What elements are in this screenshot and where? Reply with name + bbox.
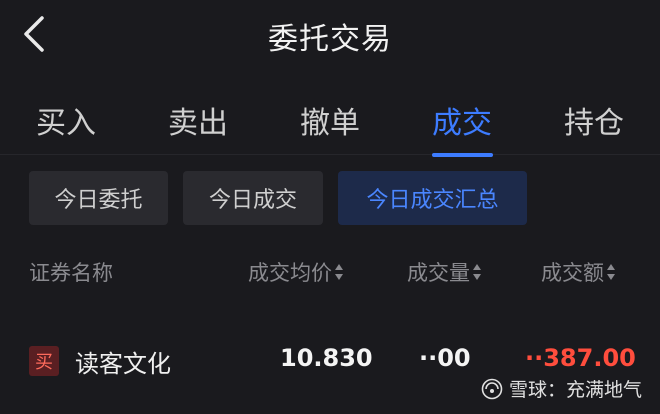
- subtab-today-orders[interactable]: 今日委托: [29, 171, 168, 225]
- col-header-name: 证券名称: [29, 257, 113, 287]
- header: 委托交易: [0, 0, 660, 76]
- avg-price-value: 10.830: [280, 344, 373, 372]
- col-header-avg-price-label: 成交均价: [248, 261, 332, 285]
- quantity-value: ··00: [419, 344, 471, 372]
- tab-buy[interactable]: 买入: [18, 98, 114, 142]
- buy-badge: 买: [29, 346, 59, 376]
- col-header-quantity-label: 成交量: [407, 261, 470, 285]
- tab-filled[interactable]: 成交: [414, 98, 510, 142]
- col-header-amount-label: 成交额: [541, 261, 604, 285]
- sort-icon[interactable]: [607, 264, 616, 280]
- watermark-text: 雪球：充满地气: [508, 379, 642, 401]
- col-header-avg-price[interactable]: 成交均价: [248, 257, 344, 287]
- stock-name: 读客文化: [75, 350, 171, 378]
- subtab-today-fills-summary[interactable]: 今日成交汇总: [338, 171, 527, 225]
- tab-sell[interactable]: 卖出: [150, 98, 246, 142]
- main-tabs: 买入 卖出 撤单 成交 持仓: [0, 92, 660, 157]
- subtab-today-fills[interactable]: 今日成交: [183, 171, 323, 225]
- col-header-amount[interactable]: 成交额: [541, 257, 616, 287]
- col-header-name-label: 证券名称: [29, 261, 113, 285]
- col-header-quantity[interactable]: 成交量: [407, 257, 482, 287]
- tab-cancel[interactable]: 撤单: [282, 98, 378, 142]
- active-tab-indicator: [432, 153, 493, 157]
- snowball-logo-icon: [481, 378, 503, 399]
- subtabs: 今日委托 今日成交 今日成交汇总: [0, 171, 660, 225]
- tab-positions[interactable]: 持仓: [546, 98, 642, 142]
- sort-icon[interactable]: [473, 264, 482, 280]
- sort-icon[interactable]: [335, 264, 344, 280]
- watermark: 雪球：充满地气: [481, 375, 642, 402]
- amount-value: ··387.00: [525, 344, 636, 372]
- page-title: 委托交易: [268, 22, 392, 57]
